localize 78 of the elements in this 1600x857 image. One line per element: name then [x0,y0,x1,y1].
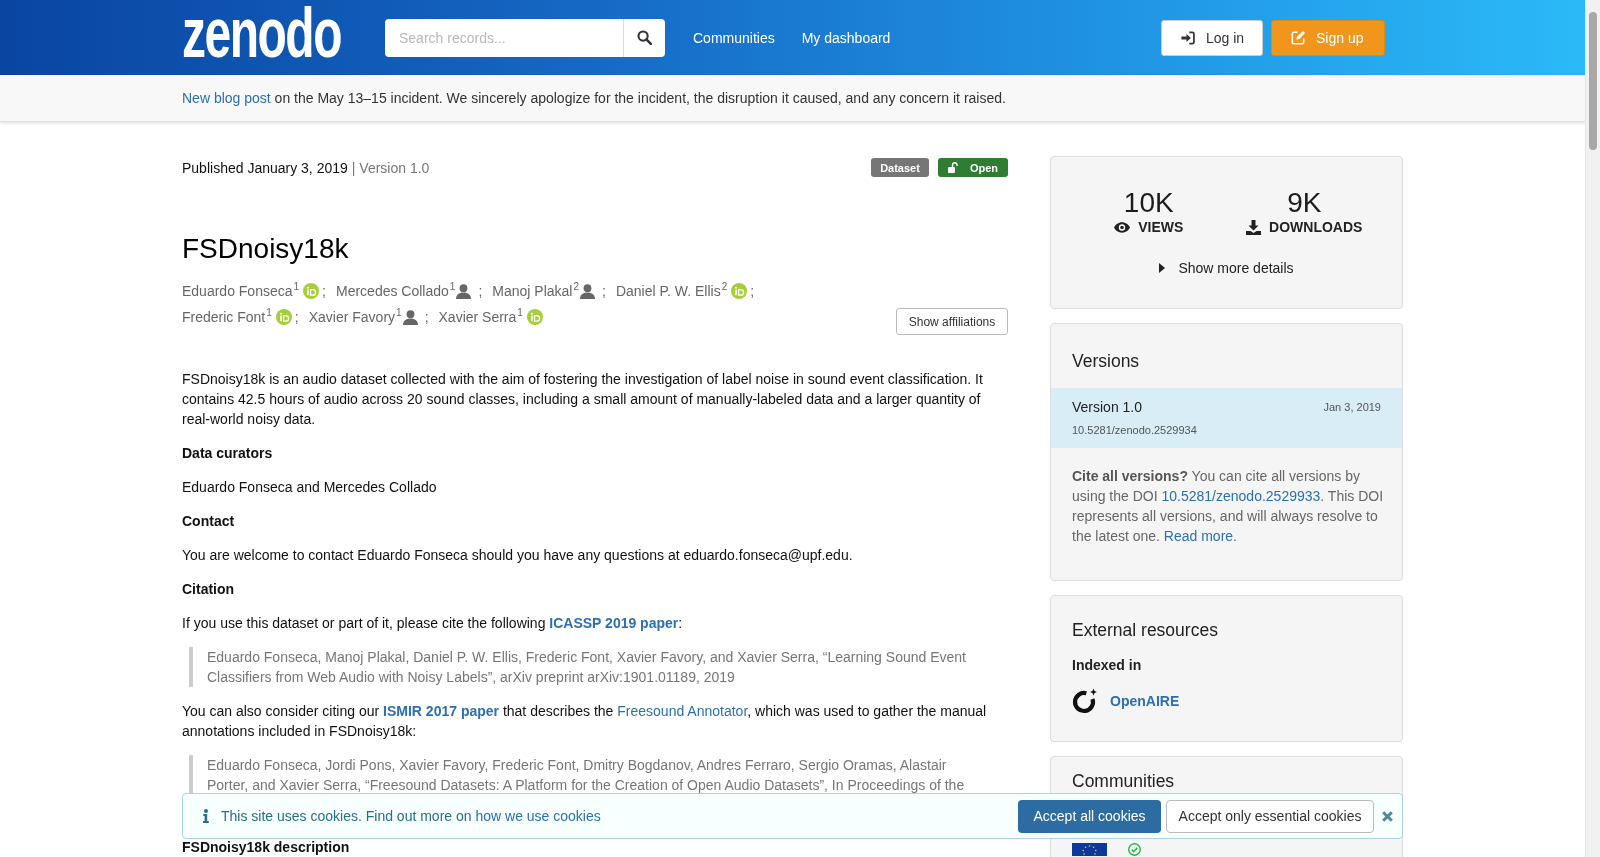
card-heading: External resources [1072,619,1219,641]
section-heading: FSDnoisy18k description [182,839,351,855]
version-item[interactable]: Version 1.0 Jan 3, 2019 10.5281/zenodo.2529934 [1051,388,1402,448]
user-icon [456,283,472,299]
search-button[interactable] [623,18,665,57]
search-field[interactable]: Search records... [385,18,623,57]
cite-note: Cite all versions? You can cite all versions by using the DOI 10.5281/zenodo.2529933. This DOI represents all versions, and will always resolve to the latest one. Read more. [1072,467,1385,546]
paragraph: You are welcome to contact Eduardo Fonseca should you have any questions at eduardo.fonseca@upf.edu. [182,546,854,565]
author-name[interactable]: Daniel P. W. Ellis$^{2}$ [615,278,728,304]
author-name[interactable]: Xavier Favory$^{1}$ [308,304,402,330]
version-label: | Version 1.0 [351,159,430,176]
section-heading: Data curators [182,444,274,463]
card-heading: Communities [1072,771,1176,791]
ring-sparkle-icon [1072,687,1097,714]
search-icon [637,30,652,45]
author-name[interactable]: Mercedes Collado$^{1}$ [336,278,456,304]
version-doi: 10.5281/zenodo.2529934 [1072,423,1198,438]
id-circle-icon[interactable] [303,283,320,299]
caret-right-icon [1159,263,1166,273]
section-heading: Citation [182,580,236,599]
author-name[interactable]: Eduardo Fonseca$^{1}$ [182,278,300,304]
link[interactable]: ISMIR 2017 paper [383,703,499,719]
nav-link[interactable]: Communities [693,28,775,47]
link[interactable]: Read more [1163,528,1234,544]
paragraph: FSDnoisy18k is an audio dataset collected with the aim of fostering the investigation of label noise in sound event classification. It contains 42.5 hours of audio across 20 sound classes, including a small amount of manually-labeled data and a larger quantity of real-world noisy data. [182,370,984,429]
paragraph: Eduardo Fonseca and Mercedes Collado [182,478,438,497]
logo[interactable]: zenodo [182,8,341,61]
author-name[interactable]: Manoj Plakal$^{2}$ [492,278,579,304]
link[interactable]: New blog post [182,90,271,106]
publication-date: Published January 3, 2019 [182,159,348,176]
author-name[interactable]: Frederic Font$^{1}$ [182,304,272,330]
details-toggle[interactable]: Show more details [1159,258,1294,278]
user-icon [580,283,595,299]
paragraph: You can also consider citing our ISMIR 2017 paper that describes the Freesound Annotator, which was used to gather the manual annotations included in FSDnoisy18k: [182,702,988,741]
version-link[interactable]: Version 1.0 [1072,397,1143,417]
stat-label: DOWNLOADS [1269,218,1363,236]
announcement-text: New blog post on the May 13–15 incident. We sincerely apologize for the incident, the disruption it caused, and any concern it raised. [182,89,1006,108]
indexed-in-label: Indexed in [1072,656,1143,675]
badge-label: Dataset [880,161,920,174]
nav-link[interactable]: My dashboard [801,28,891,47]
badge-label: Open [969,161,998,174]
stat-value: 9K [1287,188,1322,218]
record-title: FSDnoisy18k [182,232,350,266]
author-name[interactable]: Xavier Serra$^{1}$ [438,304,523,330]
download-icon [1246,219,1262,235]
id-circle-icon[interactable] [731,283,748,299]
info-icon [203,809,209,823]
link[interactable]: how we use cookies [475,808,601,824]
stat-label: VIEWS [1138,218,1184,236]
section-heading: Contact [182,512,236,531]
separator-text: ; [424,308,429,327]
paragraph: If you use this dataset or part of it, please cite the following ICASSP 2019 paper: [182,614,684,633]
accept-all-button[interactable]: Accept all cookies [1018,799,1161,833]
link[interactable]: Freesound Annotator [617,703,748,719]
separator-text: ; [602,282,606,301]
citation-quote: Eduardo Fonseca, Manoj Plakal, Daniel P. W. Ellis, Frederic Font, Xavier Favory, and Xavier Serra, “Learning Sound Event Classifiers from Web Audio with Noisy Labels”, arXiv preprint arXiv:1901.01189, 2019 [189,647,1008,687]
eye-icon [1114,221,1131,233]
separator-text: ; [750,282,755,301]
edit-icon [1291,30,1306,45]
id-circle-icon[interactable] [275,309,292,325]
version-date: Jan 3, 2019 [1323,400,1381,415]
flag-icon [1072,843,1107,856]
separator-text: ; [294,308,299,327]
resource-link[interactable]: OpenAIRE [1110,692,1180,709]
scrollbar-thumb[interactable] [1589,12,1597,150]
stat-value: 10K [1123,188,1174,218]
id-circle-icon[interactable] [526,309,543,325]
card-heading: Versions [1072,350,1141,372]
unlock-icon [947,162,958,173]
close-icon[interactable] [1382,810,1393,822]
sign-in-icon [1181,30,1195,45]
cookie-message: This site uses cookies. Find out more on how we use cookies [221,807,601,826]
separator-text: ; [478,282,483,301]
separator-text: ; [322,282,326,301]
accept-essential-button[interactable]: Accept only essential cookies [1166,799,1374,833]
user-icon [402,309,418,325]
log-in-button[interactable]: Log in [1161,19,1263,56]
show-affiliations-button[interactable]: Show affiliations [896,308,1008,335]
